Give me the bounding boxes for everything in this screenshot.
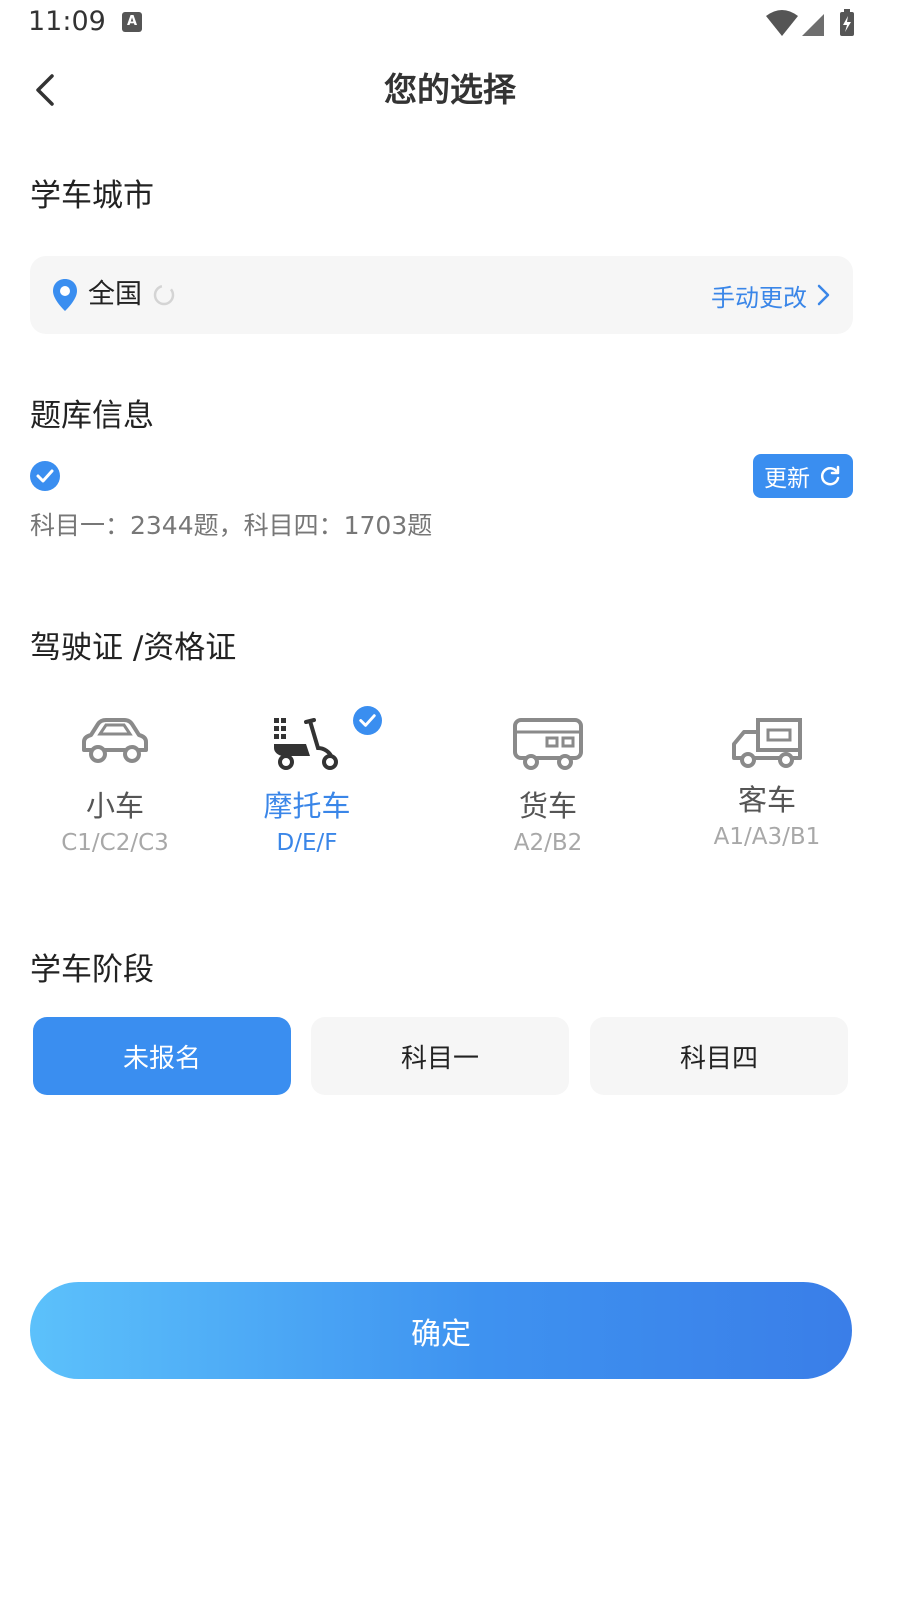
license-name: 小车: [85, 789, 144, 823]
license-code: D/E/F: [276, 830, 338, 856]
license-name: 客车: [737, 783, 796, 817]
city-section-title: 学车城市: [30, 178, 154, 214]
license-name: 摩托车: [263, 789, 351, 823]
manual-change-button[interactable]: 手动更改: [711, 275, 831, 315]
current-city: 全国: [88, 279, 142, 310]
stage-option-unregistered[interactable]: 未报名: [33, 1017, 291, 1095]
license-type-car[interactable]: 小车 C1/C2/C3: [15, 716, 215, 858]
loading-spinner-icon: [153, 284, 175, 306]
location-pin-icon: [53, 279, 77, 311]
bus-icon: [513, 718, 583, 770]
motorcycle-icon: [274, 718, 338, 770]
check-circle-icon: [30, 461, 60, 491]
page-title: 您的选择: [384, 70, 516, 109]
car-icon: [82, 718, 148, 763]
stage-section-title: 学车阶段: [30, 952, 154, 988]
license-code: C1/C2/C3: [61, 830, 169, 856]
chevron-left-icon: [36, 74, 54, 106]
license-type-bus[interactable]: 货车 A2/B2: [448, 716, 648, 858]
license-name: 货车: [518, 789, 577, 823]
bank-count-text: 科目一：2344题，科目四：1703题: [30, 511, 433, 540]
selected-check-icon: [353, 706, 382, 735]
license-type-motorcycle[interactable]: 摩托车 D/E/F: [207, 716, 407, 858]
manual-change-label: 手动更改: [711, 283, 807, 312]
license-code: A1/A3/B1: [713, 824, 821, 850]
back-button[interactable]: [26, 68, 70, 112]
license-code: A2/B2: [513, 830, 583, 856]
status-icons: [766, 9, 854, 36]
status-time: 11:09: [28, 6, 106, 37]
bank-section-title: 题库信息: [30, 398, 154, 434]
update-label: 更新: [764, 466, 810, 492]
stage-option-subject-one[interactable]: 科目一: [311, 1017, 569, 1095]
signal-icon: [802, 14, 824, 36]
truck-icon: [732, 718, 802, 768]
license-type-truck[interactable]: 客车 A1/A3/B1: [667, 716, 867, 852]
chevron-right-icon: [817, 284, 830, 306]
refresh-icon: [820, 465, 840, 486]
confirm-button[interactable]: 确定: [30, 1282, 852, 1379]
wifi-icon: [766, 10, 798, 36]
license-section-title: 驾驶证 /资格证: [30, 630, 237, 666]
city-bar: 全国 手动更改: [30, 256, 853, 334]
stage-option-subject-four[interactable]: 科目四: [590, 1017, 848, 1095]
update-bank-button[interactable]: 更新: [753, 454, 853, 498]
notification-a-icon: A: [122, 12, 142, 32]
